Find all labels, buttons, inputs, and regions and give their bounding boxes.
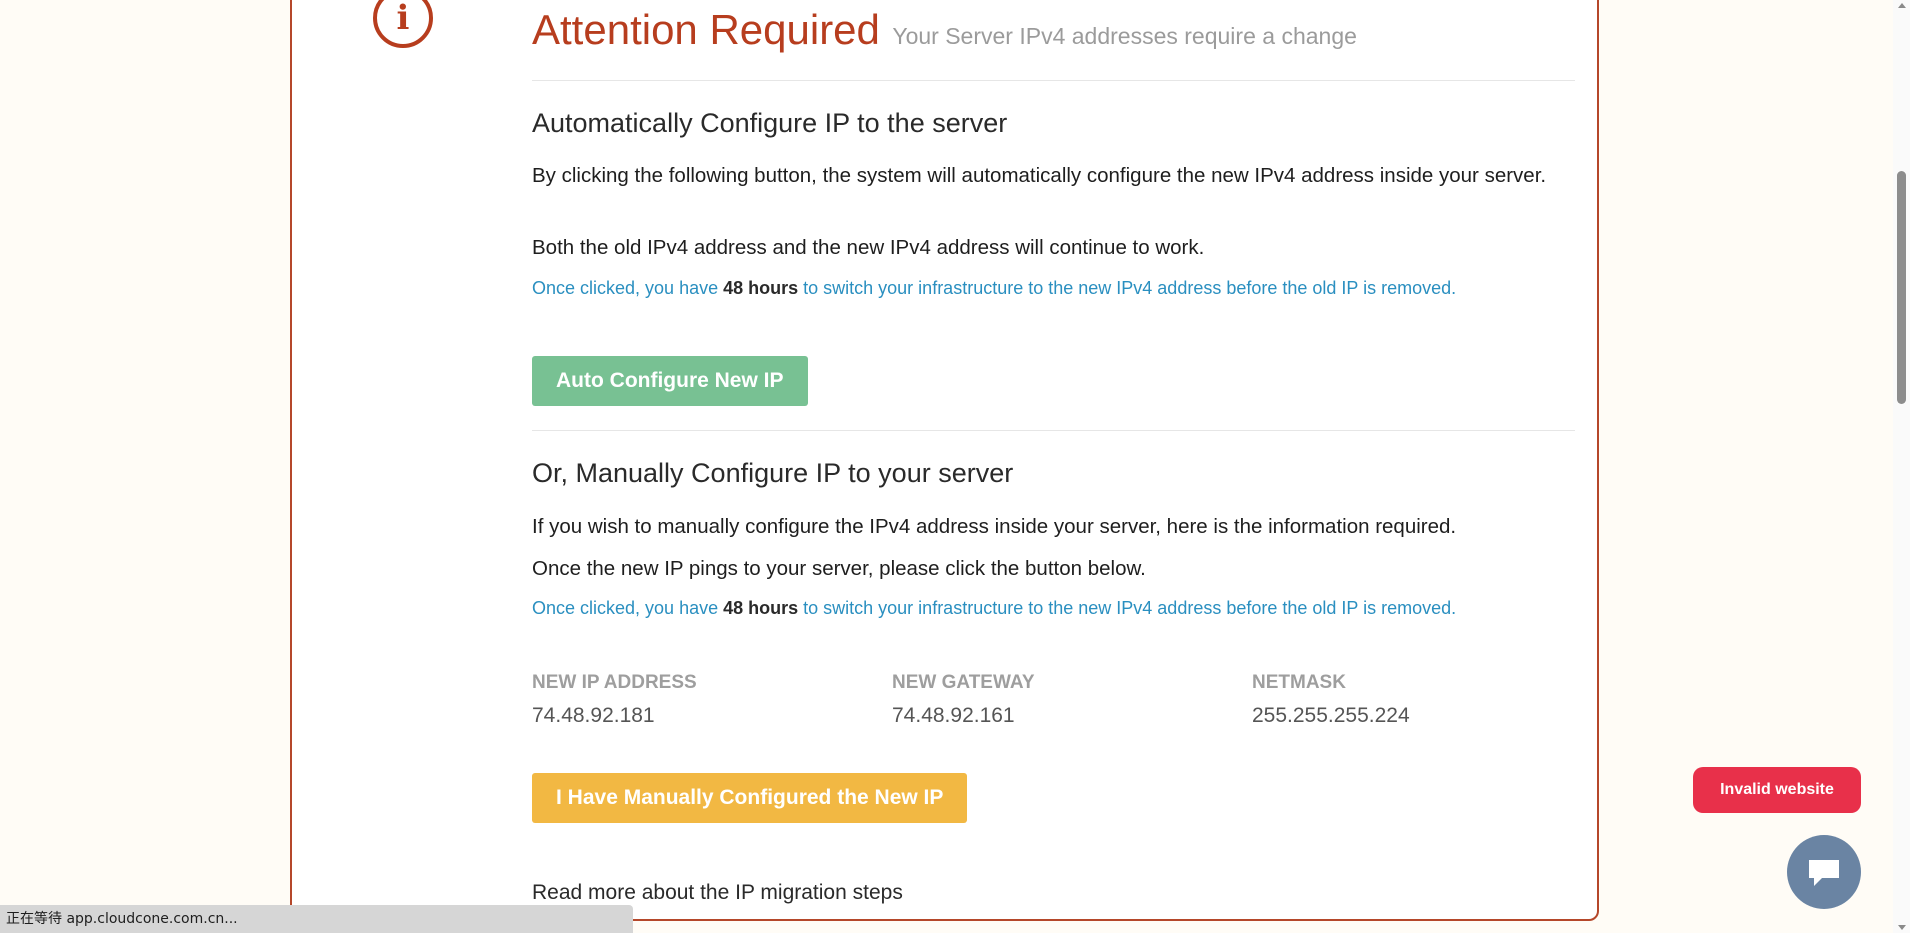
scrollbar-thumb[interactable] (1897, 171, 1906, 404)
auto-section-heading: Automatically Configure IP to the server (532, 108, 1008, 138)
browser-status-bar: 正在等待 app.cloudcone.com.cn... (0, 905, 633, 933)
scroll-down-arrow-icon[interactable] (1898, 925, 1906, 930)
manual-section-heading: Or, Manually Configure IP to your server (532, 458, 1014, 488)
netmask-label: NETMASK (1252, 672, 1346, 693)
divider (532, 80, 1575, 81)
note-hours: 48 hours (723, 278, 799, 298)
page-title: Attention Required (532, 6, 880, 53)
auto-section-paragraph: Both the old IPv4 address and the new IP… (532, 236, 1205, 259)
note-text: Once clicked, you have (532, 598, 724, 618)
new-ip-address-value: 74.48.92.181 (532, 704, 655, 727)
note-hours: 48 hours (723, 598, 799, 618)
netmask-field: NETMASK 255.255.255.224 (1252, 672, 1410, 728)
manual-section-paragraph: If you wish to manually configure the IP… (532, 515, 1457, 538)
title-row: Attention Required Your Server IPv4 addr… (532, 6, 1357, 54)
auto-section-note: Once clicked, you have 48 hours to switc… (532, 278, 1456, 299)
note-text: to switch your infrastructure to the new… (798, 598, 1457, 618)
page-subtitle: Your Server IPv4 addresses require a cha… (892, 23, 1357, 49)
note-text: Once clicked, you have (532, 278, 724, 298)
divider (532, 430, 1575, 431)
page: i Attention Required Your Server IPv4 ad… (0, 0, 1910, 933)
chat-button[interactable] (1787, 835, 1861, 909)
new-gateway-label: NEW GATEWAY (892, 672, 1035, 693)
read-more-link[interactable]: Read more about the IP migration steps (532, 881, 903, 905)
netmask-value: 255.255.255.224 (1252, 704, 1410, 727)
vertical-scrollbar[interactable] (1893, 0, 1910, 933)
manual-section-note: Once clicked, you have 48 hours to switc… (532, 598, 1456, 619)
new-ip-address-label: NEW IP ADDRESS (532, 672, 697, 693)
new-ip-address-field: NEW IP ADDRESS 74.48.92.181 (532, 672, 697, 728)
auto-section-paragraph: By clicking the following button, the sy… (532, 164, 1547, 187)
chat-bubble-icon (1809, 860, 1839, 886)
invalid-website-badge[interactable]: Invalid website (1693, 767, 1861, 813)
note-text: to switch your infrastructure to the new… (798, 278, 1457, 298)
manual-section-paragraph: Once the new IP pings to your server, pl… (532, 557, 1146, 580)
new-gateway-value: 74.48.92.161 (892, 704, 1015, 727)
manually-configured-button[interactable]: I Have Manually Configured the New IP (532, 773, 968, 823)
auto-configure-button[interactable]: Auto Configure New IP (532, 356, 808, 406)
new-gateway-field: NEW GATEWAY 74.48.92.161 (892, 672, 1035, 728)
scroll-up-arrow-icon[interactable] (1898, 3, 1906, 8)
